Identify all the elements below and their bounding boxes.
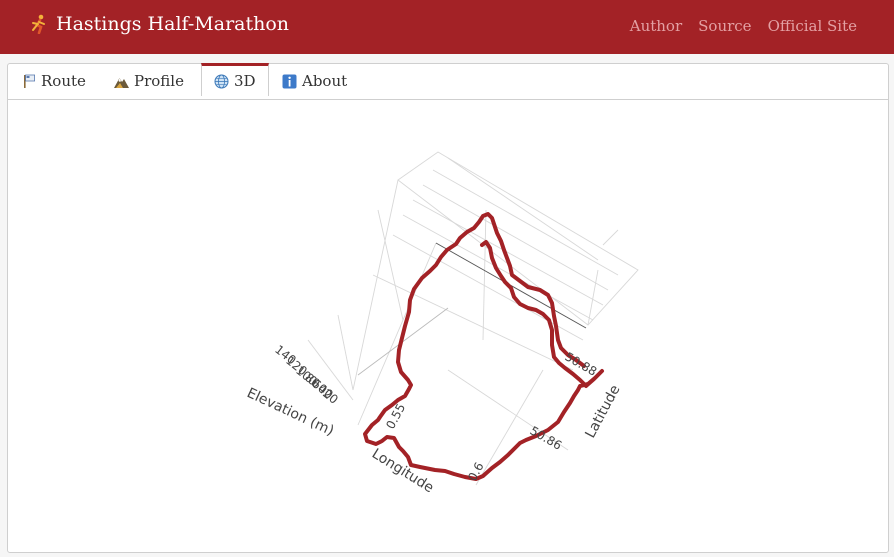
info-icon [282,74,297,88]
nav-official-site-link[interactable]: Official Site [768,17,857,35]
route-line [363,212,604,481]
tab-3d-label: 3D [234,72,256,90]
grid-plane-line [412,199,604,306]
tab-about[interactable]: About [282,64,347,98]
tab-profile[interactable]: Profile [114,64,184,98]
app-title: Hastings Half-Marathon [56,13,290,35]
tab-route-label: Route [41,72,86,90]
y-axis-label: Latitude [582,382,623,440]
globe-icon [214,74,229,88]
main-panel: Route Profile 3D About 140 120 100 80 60… [7,63,889,553]
route-marker-icon [24,74,35,88]
tab-3d[interactable]: 3D [201,63,269,96]
grid-plane-line [422,184,609,291]
3d-route-plot[interactable]: 140 120 100 80 60 40 20 Elevation (m) 0.… [8,100,888,550]
y-tick-label: 50.86 [528,423,565,452]
grid-plane-line [337,314,354,391]
mountain-icon [114,77,129,88]
nav-source-link[interactable]: Source [698,17,751,35]
y-tick-label: 50.88 [563,349,600,378]
x-tick-label: 0.6 [465,460,486,483]
grid-plane-line [482,209,487,341]
tab-profile-label: Profile [134,72,184,90]
runner-icon [32,14,45,34]
nav-author-link[interactable]: Author [630,17,682,35]
grid-plane-line [447,157,599,261]
grid-floor-line [357,242,437,426]
grid-vertical-edge [352,179,399,391]
tab-route[interactable]: Route [21,64,86,98]
grid-plane-line [372,274,574,371]
tab-bar: Route Profile 3D About [8,63,888,100]
grid-plane-line [377,209,404,321]
app-brand[interactable]: Hastings Half-Marathon [30,13,289,35]
top-navbar: Hastings Half-Marathon Author Source Off… [0,0,894,54]
x-tick-label: 0.55 [383,401,408,431]
grid-plane-line [602,229,619,246]
tab-about-label: About [302,72,348,90]
grid-plane-line [432,169,619,276]
nav-links: Author Source Official Site [630,17,857,35]
